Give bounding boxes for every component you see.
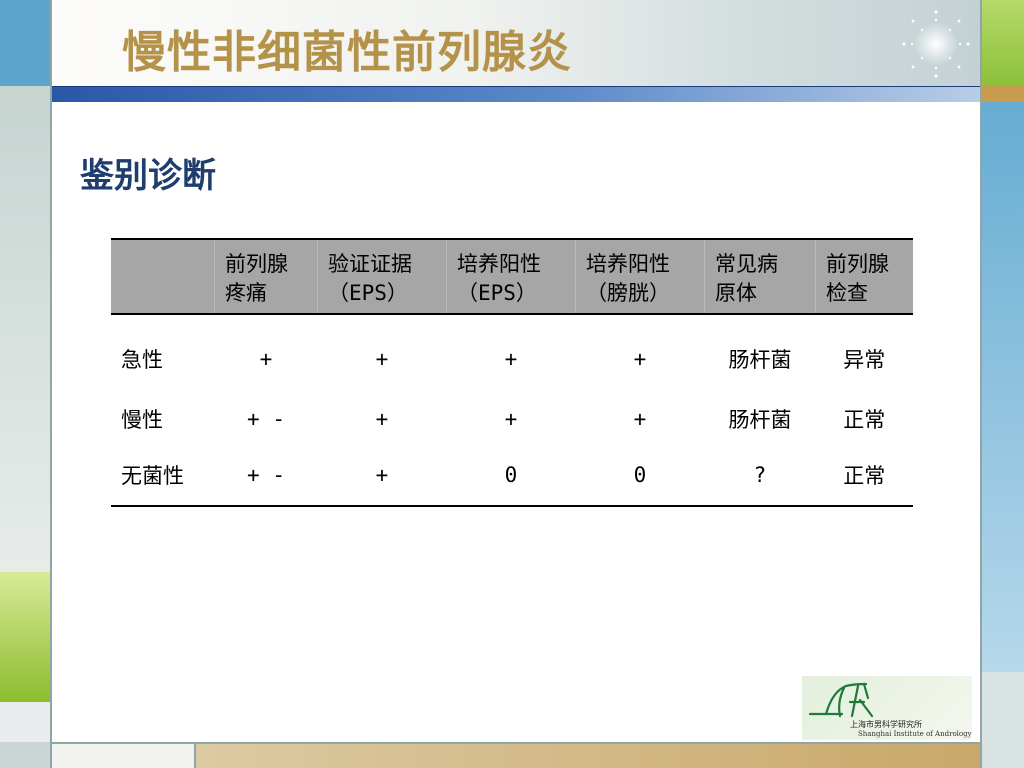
frame-left-block-blue [0, 0, 50, 86]
frame-left-block-gray [0, 86, 50, 102]
table-header-line: （EPS） [457, 281, 537, 305]
frame-right-block-gray [982, 672, 1024, 768]
frame-right-block-green [982, 0, 1024, 86]
frame-bottom-divider [52, 742, 980, 744]
title-underline-bar [52, 86, 980, 102]
table-header-line: 原体 [715, 281, 757, 305]
table-header-line: （膀胱） [586, 281, 670, 305]
table-cell: + [375, 407, 389, 431]
table-cell: 肠杆菌 [728, 408, 792, 432]
institute-logo: 上海市男科学研究所 Shanghai Institute of Androlog… [802, 676, 972, 740]
table-cell: + [633, 407, 647, 431]
differential-diagnosis-table: 前列腺 疼痛 验证证据 （EPS） 培养阳性 （EPS） 培养阳性 （膀胱） 常… [111, 238, 913, 507]
table-header-line: 培养阳性 [586, 252, 670, 276]
table-header-cell [111, 238, 215, 315]
table-cell: 异常 [843, 348, 886, 372]
frame-right-block-blue [982, 102, 1024, 672]
table-header-cell: 培养阳性 （膀胱） [575, 238, 705, 315]
table-cell-type: 慢性 [121, 408, 163, 432]
table-cell: + [504, 407, 518, 431]
frame-bottom-tan [196, 744, 980, 768]
table-header-cell: 培养阳性 （EPS） [446, 238, 576, 315]
frame-left-block-bottom [0, 742, 50, 768]
table-cell: + [633, 347, 647, 371]
title-underline-edge [52, 86, 980, 87]
table-cell: + [375, 347, 389, 371]
frame-left-divider [50, 0, 52, 768]
table-header-line: 常见病 [715, 252, 778, 276]
table-header-cell: 前列腺 疼痛 [214, 238, 318, 315]
table-cell-type: 急性 [121, 348, 163, 372]
table-cell: + [317, 449, 447, 507]
frame-bottom-separator [194, 744, 196, 768]
table-header-cell: 验证证据 （EPS） [317, 238, 447, 315]
table-cell: + [259, 347, 273, 371]
frame-left-block-light [0, 102, 50, 572]
table-header-line: 验证证据 [328, 252, 412, 276]
table-spacer-row [111, 314, 913, 329]
table-header-line: （EPS） [328, 281, 408, 305]
table-header-line: 检查 [826, 281, 868, 305]
institute-logo-en-text: Shanghai Institute of Andrology [858, 730, 972, 738]
institute-logo-cn-text: 上海市男科学研究所 [850, 720, 922, 729]
table-cell: ? [704, 449, 816, 507]
table-row: 急性 + + + + 肠杆菌 异常 [111, 329, 913, 389]
table-header-line: 前列腺 [225, 252, 288, 276]
frame-left-block-green [0, 572, 50, 702]
table-header-row: 前列腺 疼痛 验证证据 （EPS） 培养阳性 （EPS） 培养阳性 （膀胱） 常… [111, 238, 913, 315]
table-cell: 正常 [843, 408, 886, 432]
table-cell: 肠杆菌 [728, 348, 792, 372]
table-header-cell: 前列腺 检查 [815, 238, 913, 315]
table-row: 无菌性 + - + 0 0 ? 正常 [111, 449, 913, 507]
table-cell: + - [214, 449, 318, 507]
table-header-line: 培养阳性 [457, 252, 541, 276]
table-cell-type: 无菌性 [111, 449, 215, 507]
table-header-line: 前列腺 [826, 252, 889, 276]
table-row: 慢性 + - + + + 肠杆菌 正常 [111, 389, 913, 449]
table-cell: 0 [575, 449, 705, 507]
frame-left-block-pale [0, 702, 50, 742]
page-title: 慢性非细菌性前列腺炎 [122, 27, 572, 78]
table-header-cell: 常见病 原体 [704, 238, 816, 315]
frame-right-block-tan [982, 86, 1024, 102]
table-cell: 0 [446, 449, 576, 507]
table-cell: 正常 [815, 449, 913, 507]
table-cell: + [504, 347, 518, 371]
table-cell: + - [247, 407, 285, 431]
section-title: 鉴别诊断 [80, 156, 216, 196]
table-header-line: 疼痛 [225, 281, 267, 305]
sparkle-icon [902, 10, 970, 78]
